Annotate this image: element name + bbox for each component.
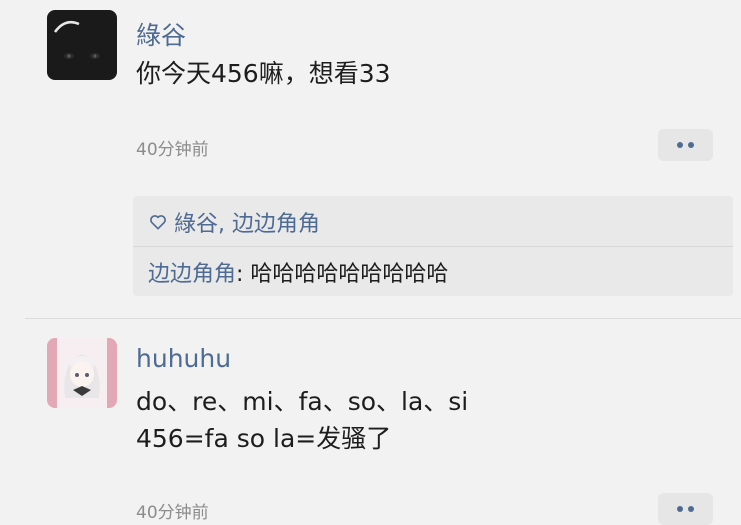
avatar[interactable]: [47, 10, 117, 80]
anime-girl-avatar-icon: [47, 338, 117, 408]
likes-names[interactable]: 綠谷, 边边角角: [174, 206, 320, 238]
likes-row[interactable]: 綠谷, 边边角角: [148, 206, 320, 238]
username[interactable]: 綠谷: [136, 16, 186, 52]
reply-item[interactable]: 边边角角: 哈哈哈哈哈哈哈哈哈: [148, 256, 448, 288]
black-cat-avatar-icon: [47, 10, 117, 80]
timestamp: 40分钟前: [136, 503, 209, 523]
reply-text: 哈哈哈哈哈哈哈哈哈: [250, 262, 449, 287]
username[interactable]: huhuhu: [136, 344, 231, 373]
dot-icon: [688, 142, 694, 148]
reply-divider: [133, 246, 733, 247]
comment-text: 你今天456嘛，想看33: [136, 59, 391, 88]
heart-outline-icon: [150, 215, 166, 230]
divider: [25, 318, 741, 319]
dot-icon: [677, 506, 683, 512]
more-options-button[interactable]: [658, 129, 713, 161]
dot-icon: [688, 506, 694, 512]
reply-box: 綠谷, 边边角角 边边角角: 哈哈哈哈哈哈哈哈哈: [133, 196, 733, 296]
timestamp: 40分钟前: [136, 140, 209, 160]
comment-text-line: 456=fa so la=发骚了: [136, 424, 392, 453]
avatar[interactable]: [47, 338, 117, 408]
reply-author[interactable]: 边边角角: [148, 262, 236, 287]
reply-separator: :: [236, 262, 251, 287]
comment-text-line: do、re、mi、fa、so、la、si: [136, 387, 469, 416]
more-options-button[interactable]: [658, 493, 713, 525]
dot-icon: [677, 142, 683, 148]
